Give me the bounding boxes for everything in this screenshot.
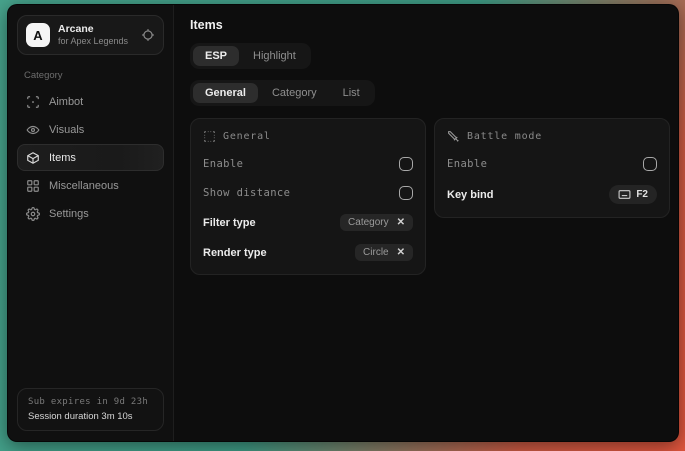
keybind-button[interactable]: F2 xyxy=(609,185,657,204)
setting-row-enable: Enable xyxy=(447,156,657,172)
card-general-header: General xyxy=(203,130,413,143)
sidebar-nav: Aimbot Visuals Items Miscellaneous xyxy=(17,88,164,227)
box-select-icon xyxy=(203,130,216,143)
sidebar: A Arcane for Apex Legends Category Aimbo… xyxy=(8,5,174,441)
gear-icon xyxy=(26,207,40,221)
package-icon xyxy=(26,151,40,165)
grid-icon xyxy=(26,179,40,193)
setting-row-render-type: Render type Circle ✕ xyxy=(203,244,413,261)
setting-label: Enable xyxy=(447,158,487,170)
render-type-select[interactable]: Circle ✕ xyxy=(355,244,413,261)
setting-row-key-bind: Key bind F2 xyxy=(447,185,657,204)
setting-label: Render type xyxy=(203,247,267,259)
setting-label: Enable xyxy=(203,158,243,170)
session-duration-text: Session duration 3m 10s xyxy=(28,411,153,422)
tab-esp[interactable]: ESP xyxy=(193,46,239,66)
crosshair-icon[interactable] xyxy=(141,28,155,42)
sword-icon xyxy=(447,130,460,143)
sidebar-item-label: Items xyxy=(49,152,76,164)
show-distance-checkbox[interactable] xyxy=(399,186,413,200)
sidebar-item-miscellaneous[interactable]: Miscellaneous xyxy=(17,172,164,199)
app-window: A Arcane for Apex Legends Category Aimbo… xyxy=(7,4,679,442)
setting-label: Filter type xyxy=(203,217,256,229)
sidebar-item-label: Aimbot xyxy=(49,96,83,108)
card-title: Battle mode xyxy=(467,131,542,142)
filter-type-select[interactable]: Category ✕ xyxy=(340,214,413,231)
clear-icon[interactable]: ✕ xyxy=(397,248,405,258)
brand-text: Arcane for Apex Legends xyxy=(58,23,133,47)
card-battle-mode: Battle mode Enable Key bind F2 xyxy=(434,118,670,218)
card-title: General xyxy=(223,131,271,142)
page-title: Items xyxy=(190,18,670,32)
clear-icon[interactable]: ✕ xyxy=(397,218,405,228)
sidebar-item-label: Visuals xyxy=(49,124,84,136)
app-logo: A xyxy=(26,23,50,47)
setting-label: Show distance xyxy=(203,187,290,199)
view-tab-group: General Category List xyxy=(190,80,375,106)
tab-general[interactable]: General xyxy=(193,83,258,103)
subscription-card: Sub expires in 9d 23h Session duration 3… xyxy=(17,388,164,431)
sub-expiry-text: Sub expires in 9d 23h xyxy=(28,397,153,407)
sidebar-item-visuals[interactable]: Visuals xyxy=(17,116,164,143)
setting-label: Key bind xyxy=(447,189,493,201)
brand-card[interactable]: A Arcane for Apex Legends xyxy=(17,15,164,55)
eye-icon xyxy=(26,123,40,137)
enable-checkbox[interactable] xyxy=(399,157,413,171)
logo-letter: A xyxy=(33,28,42,43)
sidebar-section-label: Category xyxy=(24,70,157,81)
card-general: General Enable Show distance Filter type… xyxy=(190,118,426,275)
main-content: Items ESP Highlight General Category Lis… xyxy=(174,5,679,441)
app-title: Arcane xyxy=(58,23,133,36)
setting-row-enable: Enable xyxy=(203,156,413,172)
battle-enable-checkbox[interactable] xyxy=(643,157,657,171)
tab-category[interactable]: Category xyxy=(260,83,329,103)
sidebar-item-aimbot[interactable]: Aimbot xyxy=(17,88,164,115)
select-value: Category xyxy=(348,217,389,228)
sidebar-item-label: Settings xyxy=(49,208,89,220)
select-value: Circle xyxy=(363,247,389,258)
settings-cards: General Enable Show distance Filter type… xyxy=(190,118,670,275)
mode-tab-group: ESP Highlight xyxy=(190,43,311,69)
keyboard-icon xyxy=(618,188,631,201)
setting-row-show-distance: Show distance xyxy=(203,185,413,201)
sidebar-item-label: Miscellaneous xyxy=(49,180,119,192)
sidebar-item-settings[interactable]: Settings xyxy=(17,200,164,227)
card-battle-mode-header: Battle mode xyxy=(447,130,657,143)
aimbot-crosshair-icon xyxy=(26,95,40,109)
tab-highlight[interactable]: Highlight xyxy=(241,46,308,66)
setting-row-filter-type: Filter type Category ✕ xyxy=(203,214,413,231)
app-subtitle: for Apex Legends xyxy=(58,36,133,47)
sidebar-item-items[interactable]: Items xyxy=(17,144,164,171)
keybind-value: F2 xyxy=(636,189,648,200)
tab-list[interactable]: List xyxy=(331,83,372,103)
